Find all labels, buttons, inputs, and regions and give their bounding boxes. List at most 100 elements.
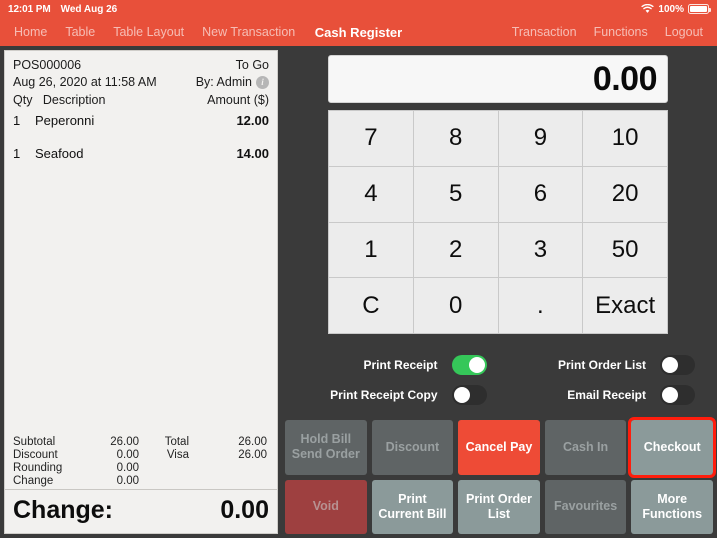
item-description: Seafood [35,146,84,161]
status-bar-date: Wed Aug 26 [60,3,118,15]
keypad-key-6[interactable]: 6 [498,166,583,222]
totals-value-rounding: 0.00 [116,462,139,474]
keypad-key-10[interactable]: 10 [583,111,667,166]
item-qty: 1 [13,146,21,161]
item-amount: 14.00 [236,146,269,161]
keypad-key-exact[interactable]: Exact [583,278,667,333]
toggle-row-email-receipt: Email Receipt [509,385,717,405]
nav-item-table[interactable]: Table [65,25,95,39]
battery-percent-label: 100% [658,3,684,15]
item-qty: 1 [13,113,21,128]
change-value: 0.00 [220,496,269,524]
cashier-label: By: Admin [195,75,252,89]
list-item[interactable]: 1 Peperonni 12.00 [13,113,269,128]
checkout-button[interactable]: Checkout [628,417,716,478]
toggle-label-print-receipt-copy: Print Receipt Copy [330,388,438,402]
keypad-key-2[interactable]: 2 [413,222,498,278]
totals-value-discount: 0.00 [116,449,139,461]
nav-item-logout[interactable]: Logout [665,25,703,39]
receipt-header-row-2: Aug 26, 2020 at 11:58 AM By: Admin i [13,74,269,91]
toggle-print-order-list[interactable] [660,355,695,375]
cash-register-screen: 12:01 PM Wed Aug 26 100% Cash Register H… [0,0,717,538]
column-header-qty-description: Qty Description [13,93,105,107]
order-type: To Go [235,58,269,72]
toggle-print-receipt[interactable] [451,355,487,375]
discount-button[interactable]: Discount [371,420,454,475]
nav-item-table-layout[interactable]: Table Layout [113,25,184,39]
print-options: Print Receipt Print Order List Print Rec… [300,350,717,410]
status-bar-time: 12:01 PM [8,3,51,15]
action-button-grid: Hold Bill Send Order Discount Cancel Pay … [285,417,716,534]
receipt-totals: Subtotal 26.00 Total 26.00 Discount 0.00… [5,432,277,489]
amount-display[interactable]: 0.00 [328,55,668,103]
totals-label-subtotal: Subtotal [13,436,56,448]
nav-item-functions[interactable]: Functions [594,25,648,39]
nav-left-group: Home Table Table Layout New Transaction [14,25,295,39]
hold-bill-send-order-button[interactable]: Hold Bill Send Order [285,420,367,475]
wifi-icon [641,4,655,13]
keypad-key-9[interactable]: 9 [498,111,583,166]
navigation-bar: Cash Register Home Table Table Layout Ne… [0,18,717,46]
keypad-key-0[interactable]: 0 [413,278,498,333]
nav-item-home[interactable]: Home [14,25,47,39]
numeric-keypad: 7 8 9 10 4 5 6 20 1 2 3 50 C 0 . Exact [328,110,668,334]
nav-right-group: Transaction Functions Logout [512,25,703,39]
totals-label-discount: Discount [13,449,58,461]
totals-value-subtotal: 26.00 [110,436,139,448]
nav-item-transaction[interactable]: Transaction [512,25,577,39]
toggle-row-print-order-list: Print Order List [509,355,717,375]
cashier-group: By: Admin i [196,74,269,91]
keypad-key-clear[interactable]: C [329,278,413,333]
totals-value-change: 0.00 [116,475,139,487]
totals-label-visa: Visa [166,449,189,461]
keypad-key-5[interactable]: 5 [413,166,498,222]
totals-label-rounding: Rounding [13,462,63,474]
void-button[interactable]: Void [285,479,367,534]
info-circle-icon[interactable]: i [256,76,269,89]
print-order-list-button[interactable]: Print Order List [458,479,540,534]
order-id: POS000006 [13,58,82,72]
keypad-key-1[interactable]: 1 [329,222,413,278]
keypad-key-3[interactable]: 3 [498,222,583,278]
column-header-amount: Amount ($) [207,93,269,107]
toggle-label-email-receipt: Email Receipt [567,388,646,402]
totals-value-visa: 26.00 [238,449,267,461]
totals-label-change: Change [13,475,54,487]
keypad-key-8[interactable]: 8 [413,111,498,166]
status-bar: 12:01 PM Wed Aug 26 100% [0,0,717,18]
cash-in-button[interactable]: Cash In [544,420,627,475]
toggle-label-print-order-list: Print Order List [557,358,646,372]
column-header-description: Description [42,93,106,107]
battery-full-icon [688,4,711,14]
item-description: Peperonni [35,113,95,128]
keypad-key-4[interactable]: 4 [329,166,413,222]
status-bar-indicators: 100% [641,3,711,15]
amount-display-value: 0.00 [592,59,658,98]
more-functions-button[interactable]: More Functions [631,479,713,534]
receipt-items-list[interactable]: 1 Peperonni 12.00 1 Seafood 14.00 [5,107,277,432]
item-amount: 12.00 [236,113,269,128]
totals-label-total: Total [164,436,189,448]
change-summary: Change: 0.00 [5,489,277,533]
keypad-key-7[interactable]: 7 [329,111,413,166]
print-current-bill-button[interactable]: Print Current Bill [371,479,454,534]
totals-value-total: 26.00 [238,436,267,448]
order-datetime: Aug 26, 2020 at 11:58 AM [13,75,157,89]
receipt-column-headers: Qty Description Amount ($) [5,91,277,107]
change-label: Change: [13,496,113,524]
keypad-key-50[interactable]: 50 [583,222,667,278]
receipt-header: POS000006 To Go Aug 26, 2020 at 11:58 AM… [5,51,277,91]
toggle-row-print-receipt-copy: Print Receipt Copy [300,385,509,405]
receipt-header-row-1: POS000006 To Go [13,57,269,74]
list-item[interactable]: 1 Seafood 14.00 [13,146,269,161]
keypad-key-20[interactable]: 20 [583,166,667,222]
favourites-button[interactable]: Favourites [544,479,627,534]
toggle-print-receipt-copy[interactable] [451,385,487,405]
nav-item-new-transaction[interactable]: New Transaction [202,25,295,39]
cancel-pay-button[interactable]: Cancel Pay [458,420,540,475]
toggle-email-receipt[interactable] [660,385,695,405]
toggle-label-print-receipt: Print Receipt [363,358,438,372]
keypad-key-decimal[interactable]: . [498,278,583,333]
column-header-qty: Qty [13,93,33,107]
receipt-panel: POS000006 To Go Aug 26, 2020 at 11:58 AM… [4,50,278,534]
